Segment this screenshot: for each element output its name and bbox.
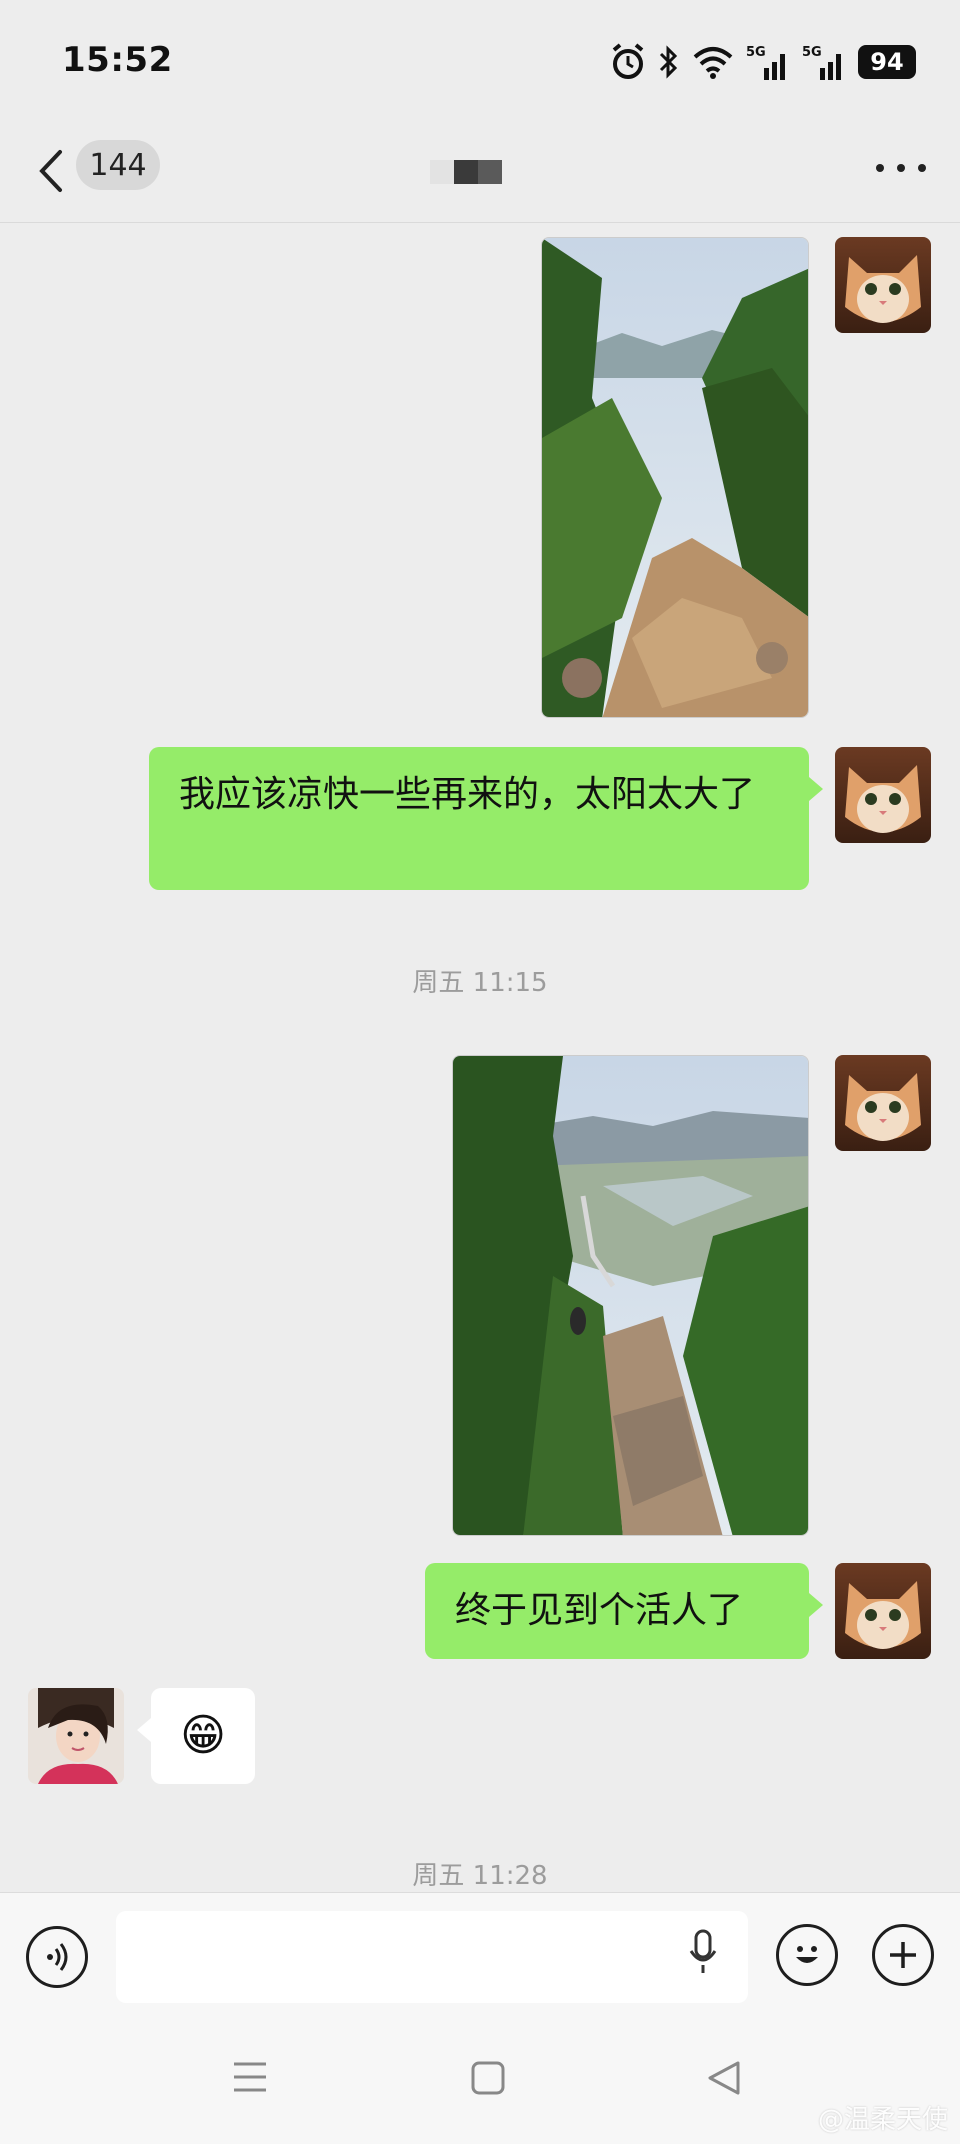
message-image[interactable]	[541, 237, 809, 718]
status-icons: 5G 5G 94	[610, 38, 916, 86]
microphone-icon[interactable]	[688, 1929, 718, 1975]
battery-indicator: 94	[858, 45, 916, 79]
message-text: 终于见到个活人了	[455, 1590, 744, 1631]
message-timestamp: 周五 11:15	[412, 968, 548, 998]
svg-text:5G: 5G	[746, 45, 766, 60]
cat-avatar-image	[835, 237, 931, 333]
alarm-icon	[610, 42, 646, 82]
signal-5g-icon-2: 5G	[802, 42, 846, 82]
signal-5g-icon: 5G	[746, 42, 790, 82]
contact-avatar[interactable]	[28, 1688, 124, 1784]
message-bubble-outgoing[interactable]: 终于见到个活人了	[425, 1563, 823, 1659]
grinning-emoji-icon: 😁	[180, 1710, 226, 1761]
status-bar: 15:52 5G 5G 94	[0, 0, 960, 120]
smiley-icon	[796, 1946, 818, 1963]
my-avatar[interactable]	[835, 1055, 931, 1151]
message-bubble-outgoing[interactable]: 我应该凉快一些再来的，太阳太大了	[149, 747, 823, 890]
status-time: 15:52	[62, 40, 173, 80]
voice-wave-icon	[47, 1943, 68, 1971]
svg-text:5G: 5G	[802, 45, 822, 60]
system-navigation-bar: @温柔天使	[0, 2016, 960, 2144]
my-avatar[interactable]	[835, 747, 931, 843]
mountain-trail-image	[542, 238, 808, 717]
dot-icon	[876, 164, 884, 172]
menu-icon[interactable]	[232, 2060, 268, 2094]
cat-avatar-image	[835, 1563, 931, 1659]
message-text: 我应该凉快一些再来的，太阳太大了	[179, 774, 756, 815]
back-button[interactable]	[34, 146, 70, 196]
chat-header: 144	[0, 120, 960, 223]
my-avatar[interactable]	[835, 237, 931, 333]
home-icon[interactable]	[470, 2060, 506, 2096]
watermark-text: @温柔天使	[817, 2105, 948, 2135]
message-bubble-incoming[interactable]: 😁	[137, 1688, 255, 1784]
more-functions-button[interactable]	[872, 1924, 934, 1986]
message-input[interactable]	[116, 1911, 748, 2003]
message-input-bar	[0, 1892, 960, 2017]
back-triangle-icon[interactable]	[706, 2060, 742, 2096]
contact-avatar-image	[28, 1688, 124, 1784]
plus-icon	[890, 1942, 916, 1968]
my-avatar[interactable]	[835, 1563, 931, 1659]
chat-title-redacted	[430, 160, 502, 184]
emoji-button[interactable]	[776, 1924, 838, 1986]
dot-icon	[918, 164, 926, 172]
message-image[interactable]	[452, 1055, 809, 1536]
wifi-icon	[692, 45, 734, 79]
dot-icon	[897, 164, 905, 172]
message-timestamp: 周五 11:28	[412, 1861, 548, 1891]
voice-mode-button[interactable]	[26, 1926, 88, 1988]
cat-avatar-image	[835, 747, 931, 843]
bluetooth-icon	[658, 44, 680, 80]
cat-avatar-image	[835, 1055, 931, 1151]
more-options-button[interactable]	[876, 148, 926, 188]
chevron-left-icon	[39, 150, 62, 192]
mountain-valley-image	[453, 1056, 808, 1535]
unread-count-badge[interactable]: 144	[76, 140, 160, 190]
